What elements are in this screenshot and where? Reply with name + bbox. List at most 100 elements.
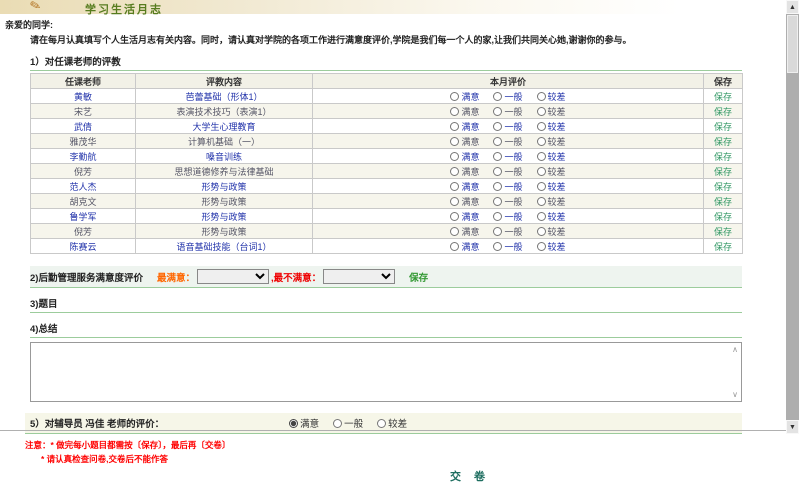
poor-radio[interactable] bbox=[537, 92, 546, 101]
table-row: 武倩 大学生心理教育 满意 一般 较差 保存 bbox=[31, 119, 743, 134]
teacher-name: 鲁学军 bbox=[31, 209, 136, 224]
course-name: 计算机基础（一） bbox=[136, 134, 313, 149]
poor-radio[interactable] bbox=[537, 212, 546, 221]
most-satisfied-select[interactable] bbox=[197, 269, 269, 284]
average-label: 一般 bbox=[504, 90, 522, 103]
poor-label: 较差 bbox=[548, 225, 566, 238]
row-save-link[interactable]: 保存 bbox=[714, 182, 732, 192]
teacher-name: 范人杰 bbox=[31, 179, 136, 194]
scrollbar-down-icon[interactable]: ▼ bbox=[786, 420, 799, 434]
rating-cell: 满意 一般 较差 bbox=[313, 209, 704, 224]
average-radio[interactable] bbox=[493, 122, 502, 131]
course-name: 形势与政策 bbox=[136, 194, 313, 209]
teacher-name: 倪芳 bbox=[31, 164, 136, 179]
section1-title: 1）对任课老师的评教 bbox=[30, 54, 742, 71]
poor-radio[interactable] bbox=[537, 182, 546, 191]
col-header-teacher: 任课老师 bbox=[31, 74, 136, 89]
poor-label: 较差 bbox=[548, 240, 566, 253]
poor-label: 较差 bbox=[548, 120, 566, 133]
poor-label: 较差 bbox=[548, 195, 566, 208]
row-save-link[interactable]: 保存 bbox=[714, 137, 732, 147]
table-row: 范人杰 形势与政策 满意 一般 较差 保存 bbox=[31, 179, 743, 194]
row-save-link[interactable]: 保存 bbox=[714, 92, 732, 102]
row-save-link[interactable]: 保存 bbox=[714, 242, 732, 252]
average-label: 一般 bbox=[504, 195, 522, 208]
average-radio[interactable] bbox=[493, 227, 502, 236]
satisfied-radio[interactable] bbox=[450, 197, 459, 206]
textarea-scroll-down-icon[interactable]: ∨ bbox=[732, 391, 738, 399]
scrollbar-thumb[interactable] bbox=[787, 15, 798, 73]
row-save-link[interactable]: 保存 bbox=[714, 197, 732, 207]
poor-radio[interactable] bbox=[537, 197, 546, 206]
table-row: 倪芳 形势与政策 满意 一般 较差 保存 bbox=[31, 224, 743, 239]
poor-radio[interactable] bbox=[537, 122, 546, 131]
satisfied-radio[interactable] bbox=[450, 122, 459, 131]
textarea-scroll-up-icon[interactable]: ∧ bbox=[732, 346, 738, 354]
teacher-name: 胡克文 bbox=[31, 194, 136, 209]
table-row: 雅茂华 计算机基础（一） 满意 一般 较差 保存 bbox=[31, 134, 743, 149]
summary-area: ∧ ∨ bbox=[30, 342, 742, 407]
satisfied-radio[interactable] bbox=[450, 227, 459, 236]
rating-cell: 满意 一般 较差 bbox=[313, 194, 704, 209]
save-cell: 保存 bbox=[704, 119, 743, 134]
least-satisfied-select[interactable] bbox=[323, 269, 395, 284]
teacher-name: 宋艺 bbox=[31, 104, 136, 119]
teacher-name: 黄敏 bbox=[31, 89, 136, 104]
satisfied-radio[interactable] bbox=[450, 137, 459, 146]
average-radio[interactable] bbox=[493, 107, 502, 116]
average-label: 一般 bbox=[504, 165, 522, 178]
satisfied-radio[interactable] bbox=[450, 242, 459, 251]
row-save-link[interactable]: 保存 bbox=[714, 152, 732, 162]
average-radio[interactable] bbox=[493, 212, 502, 221]
row-save-link[interactable]: 保存 bbox=[714, 212, 732, 222]
satisfied-radio[interactable] bbox=[450, 92, 459, 101]
poor-radio[interactable] bbox=[537, 152, 546, 161]
satisfied-radio[interactable] bbox=[450, 212, 459, 221]
average-radio[interactable] bbox=[493, 197, 502, 206]
satisfied-radio[interactable] bbox=[450, 152, 459, 161]
page-scrollbar[interactable]: ▲ ▼ bbox=[786, 0, 799, 434]
rating-cell: 满意 一般 较差 bbox=[313, 224, 704, 239]
summary-textarea[interactable] bbox=[30, 342, 742, 402]
rating-cell: 满意 一般 较差 bbox=[313, 134, 704, 149]
teacher-name: 倪芳 bbox=[31, 224, 136, 239]
poor-radio[interactable] bbox=[537, 242, 546, 251]
counselor-rating-radio[interactable] bbox=[289, 419, 298, 428]
poor-radio[interactable] bbox=[537, 107, 546, 116]
satisfied-radio[interactable] bbox=[450, 107, 459, 116]
table-row: 鲁学军 形势与政策 满意 一般 较差 保存 bbox=[31, 209, 743, 224]
rating-cell: 满意 一般 较差 bbox=[313, 149, 704, 164]
section2-save-link[interactable]: 保存 bbox=[409, 270, 428, 284]
average-radio[interactable] bbox=[493, 182, 502, 191]
col-header-save: 保存 bbox=[704, 74, 743, 89]
poor-radio[interactable] bbox=[537, 227, 546, 236]
save-cell: 保存 bbox=[704, 209, 743, 224]
counselor-rating-radio[interactable] bbox=[377, 419, 386, 428]
table-row: 黄敏 芭蕾基础（形体1） 满意 一般 较差 保存 bbox=[31, 89, 743, 104]
save-cell: 保存 bbox=[704, 149, 743, 164]
poor-radio[interactable] bbox=[537, 167, 546, 176]
average-radio[interactable] bbox=[493, 167, 502, 176]
average-radio[interactable] bbox=[493, 92, 502, 101]
satisfied-label: 满意 bbox=[461, 135, 479, 148]
salutation: 亲爱的同学: bbox=[5, 18, 799, 31]
satisfied-radio[interactable] bbox=[450, 167, 459, 176]
submit-button[interactable]: 交 卷 bbox=[450, 468, 490, 484]
course-name: 表演技术技巧（表演1） bbox=[136, 104, 313, 119]
satisfied-radio[interactable] bbox=[450, 182, 459, 191]
row-save-link[interactable]: 保存 bbox=[714, 167, 732, 177]
table-header-row: 任课老师 评教内容 本月评价 保存 bbox=[31, 74, 743, 89]
row-save-link[interactable]: 保存 bbox=[714, 107, 732, 117]
counselor-rating-label: 一般 bbox=[344, 416, 363, 430]
row-save-link[interactable]: 保存 bbox=[714, 122, 732, 132]
row-save-link[interactable]: 保存 bbox=[714, 227, 732, 237]
poor-label: 较差 bbox=[548, 105, 566, 118]
poor-radio[interactable] bbox=[537, 137, 546, 146]
average-radio[interactable] bbox=[493, 242, 502, 251]
scrollbar-up-icon[interactable]: ▲ bbox=[786, 0, 799, 14]
counselor-rating-radio[interactable] bbox=[333, 419, 342, 428]
average-radio[interactable] bbox=[493, 152, 502, 161]
section5-title: 5）对辅导员 冯佳 老师的评价： bbox=[30, 416, 164, 430]
satisfied-label: 满意 bbox=[461, 195, 479, 208]
average-radio[interactable] bbox=[493, 137, 502, 146]
